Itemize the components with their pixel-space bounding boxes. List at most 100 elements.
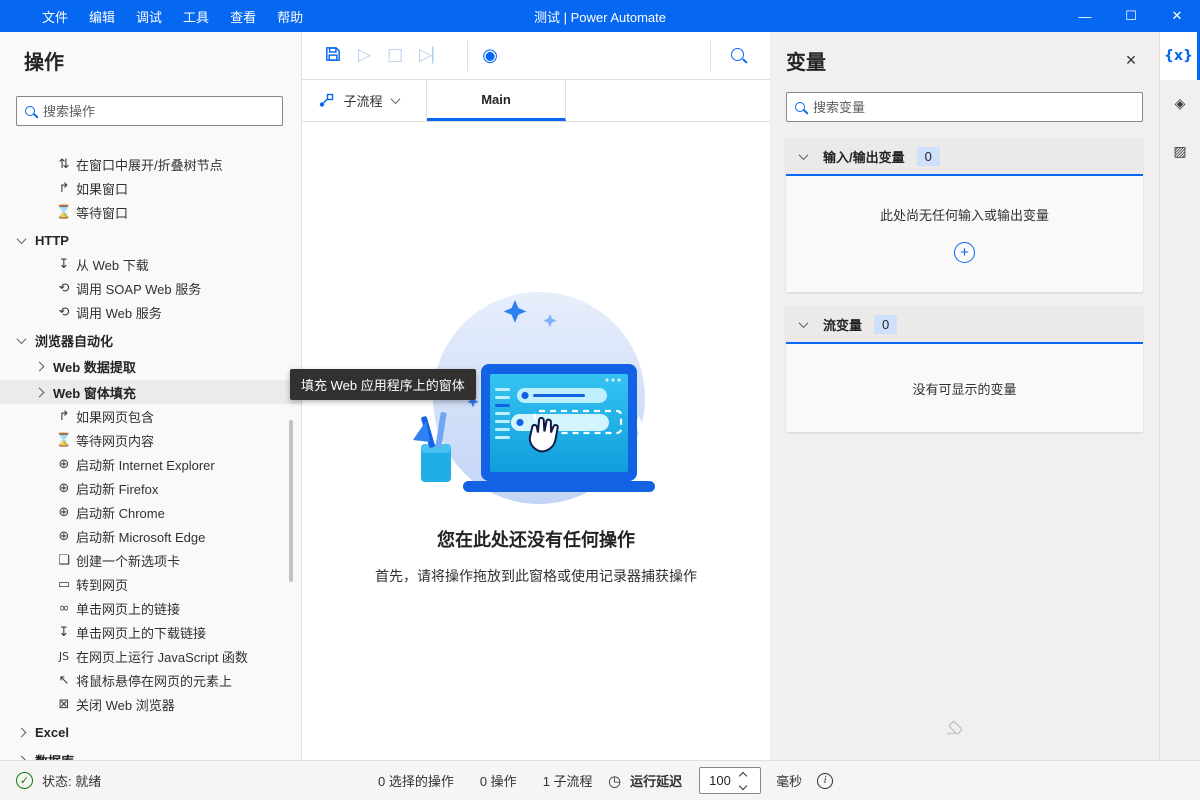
- eraser-icon: [942, 717, 962, 740]
- tree-item-launch-new-chrome[interactable]: ⊕启动新 Chrome: [0, 500, 301, 524]
- run-next-action-icon[interactable]: ▷⎸: [419, 47, 449, 64]
- invoke-soap-web-service-icon: ⟲: [54, 281, 74, 296]
- tree-item-launch-new-firefox[interactable]: ⊕启动新 Firefox: [0, 476, 301, 500]
- maximize-button[interactable]: ☐: [1108, 0, 1154, 32]
- tree-item-group-excel[interactable]: Excel: [0, 720, 301, 744]
- flow-variables-label: 流变量: [823, 315, 862, 334]
- spin-up-icon[interactable]: [739, 771, 747, 779]
- download-from-web-icon: ↧: [54, 257, 74, 272]
- launch-new-microsoft-edge-icon: ⊕: [54, 529, 74, 544]
- variables-search-input[interactable]: [813, 100, 1134, 115]
- ui-elements-tab-icon[interactable]: ◈: [1160, 80, 1200, 128]
- tree-item-hover-mouse-over-element[interactable]: ↖将鼠标悬停在网页的元素上: [0, 668, 301, 692]
- io-variables-header[interactable]: 输入/输出变量 0: [786, 138, 1143, 176]
- if-window-icon: ↱: [54, 181, 74, 196]
- tree-item-click-download-link-on-webpage[interactable]: ↧单击网页上的下载链接: [0, 620, 301, 644]
- close-web-browser-icon: ⊠: [54, 697, 74, 712]
- tree-item-group-http[interactable]: HTTP: [0, 228, 301, 252]
- tree-item-label: 创建一个新选项卡: [76, 551, 180, 570]
- variables-panel-title: 变量: [786, 46, 826, 75]
- tree-item-group-web-data-extraction[interactable]: Web 数据提取: [0, 354, 301, 378]
- tree-item-label: 单击网页上的链接: [76, 599, 180, 618]
- tree-item-if-webpage-contains[interactable]: ↱如果网页包含: [0, 404, 301, 428]
- tree-item-group-browser-automation[interactable]: 浏览器自动化: [0, 328, 301, 352]
- expand-collapse-tree-node-icon: ⇅: [54, 157, 74, 172]
- tree-item-wait-for-window[interactable]: ⌛等待窗口: [0, 200, 301, 224]
- tree-item-invoke-web-service[interactable]: ⟲调用 Web 服务: [0, 300, 301, 324]
- run-delay-input[interactable]: [700, 773, 738, 788]
- tree-item-expand-collapse-tree-node[interactable]: ⇅在窗口中展开/折叠树节点: [0, 152, 301, 176]
- tree-item-launch-new-internet-explorer[interactable]: ⊕启动新 Internet Explorer: [0, 452, 301, 476]
- wait-for-webpage-content-icon: ⌛: [54, 433, 74, 448]
- launch-new-chrome-icon: ⊕: [54, 505, 74, 520]
- tab-main[interactable]: Main: [427, 80, 566, 121]
- selected-actions-count: 0 选择的操作: [378, 771, 454, 790]
- if-webpage-contains-icon: ↱: [54, 409, 74, 424]
- tree-item-label: 等待网页内容: [76, 431, 154, 450]
- tree-item-close-web-browser[interactable]: ⊠关闭 Web 浏览器: [0, 692, 301, 716]
- actions-scrollbar[interactable]: [289, 420, 293, 582]
- menu-item-2[interactable]: 调试: [134, 5, 164, 28]
- save-icon[interactable]: [324, 45, 342, 67]
- actions-search[interactable]: [16, 96, 283, 126]
- tree-item-wait-for-webpage-content[interactable]: ⌛等待网页内容: [0, 428, 301, 452]
- flow-canvas[interactable]: 您在此处还没有任何操作 首先，请将操作拖放到此窗格或使用记录器捕获操作: [302, 122, 770, 760]
- variables-panel: 变量 × 输入/输出变量 0 此处尚无任何输入或输出变量 + 流变量 0: [770, 32, 1160, 760]
- statusbar: ✓ 状态: 就绪 0 选择的操作 0 操作 1 子流程 ◷ 运行延迟 毫秒 i: [0, 760, 1200, 800]
- close-icon[interactable]: ×: [1119, 49, 1143, 73]
- clock-icon: ◷: [608, 772, 621, 790]
- tree-item-label: HTTP: [35, 233, 69, 248]
- chevron-right-icon: [17, 727, 27, 737]
- chevron-down-icon: [799, 318, 809, 328]
- right-rail: {x}◈▨: [1160, 32, 1200, 760]
- chevron-down-icon: [390, 94, 400, 104]
- tree-item-run-javascript-on-webpage[interactable]: JS在网页上运行 JavaScript 函数: [0, 644, 301, 668]
- flow-variables-header[interactable]: 流变量 0: [786, 306, 1143, 344]
- tree-item-label: Web 数据提取: [53, 357, 136, 376]
- tree-item-download-from-web[interactable]: ↧从 Web 下载: [0, 252, 301, 276]
- images-tab-icon[interactable]: ▨: [1160, 128, 1200, 176]
- search-icon: [25, 106, 35, 116]
- subflows-dropdown[interactable]: 子流程: [302, 80, 427, 121]
- search-flow-icon[interactable]: [731, 48, 744, 64]
- titlebar: 文件编辑调试工具查看帮助 测试 | Power Automate — ☐ ✕: [0, 0, 1200, 32]
- menu-item-0[interactable]: 文件: [40, 5, 70, 28]
- tree-item-create-new-tab[interactable]: ❏创建一个新选项卡: [0, 548, 301, 572]
- io-variables-empty-text: 此处尚无任何输入或输出变量: [880, 205, 1049, 224]
- chevron-right-icon: [35, 387, 45, 397]
- tree-item-go-to-webpage[interactable]: ▭转到网页: [0, 572, 301, 596]
- empty-state: 您在此处还没有任何操作 首先，请将操作拖放到此窗格或使用记录器捕获操作: [302, 288, 770, 586]
- run-delay-spinner[interactable]: [699, 767, 761, 794]
- chevron-down-icon: [799, 150, 809, 160]
- actions-search-input[interactable]: [43, 104, 274, 119]
- close-button[interactable]: ✕: [1154, 0, 1200, 32]
- minimize-button[interactable]: —: [1062, 0, 1108, 32]
- add-variable-button[interactable]: +: [954, 242, 975, 263]
- actions-tree: ⇅在窗口中展开/折叠树节点↱如果窗口⌛等待窗口HTTP↧从 Web 下载⟲调用 …: [0, 152, 301, 772]
- menubar: 文件编辑调试工具查看帮助: [40, 5, 305, 28]
- menu-item-3[interactable]: 工具: [181, 5, 211, 28]
- record-icon[interactable]: ◉: [482, 47, 498, 65]
- chevron-down-icon: [17, 334, 27, 344]
- tree-item-group-web-form-filling[interactable]: Web 窗体填充: [0, 380, 301, 404]
- tree-item-if-window[interactable]: ↱如果窗口: [0, 176, 301, 200]
- menu-item-5[interactable]: 帮助: [275, 5, 305, 28]
- stop-icon[interactable]: □: [387, 47, 403, 64]
- menu-item-4[interactable]: 查看: [228, 5, 258, 28]
- info-icon: i: [817, 773, 833, 789]
- io-variables-label: 输入/输出变量: [823, 147, 905, 166]
- subflows-count: 1 子流程: [543, 771, 593, 790]
- spin-down-icon[interactable]: [739, 781, 747, 789]
- menu-item-1[interactable]: 编辑: [87, 5, 117, 28]
- tree-item-launch-new-microsoft-edge[interactable]: ⊕启动新 Microsoft Edge: [0, 524, 301, 548]
- chevron-down-icon: [17, 234, 27, 244]
- empty-state-illustration: [411, 288, 661, 518]
- run-icon[interactable]: ▷: [358, 47, 371, 64]
- variables-tab-icon[interactable]: {x}: [1160, 32, 1200, 80]
- tree-item-label: 关闭 Web 浏览器: [76, 695, 175, 714]
- variables-search[interactable]: [786, 92, 1143, 122]
- tree-item-click-link-on-webpage[interactable]: ∞单击网页上的链接: [0, 596, 301, 620]
- io-variables-count-badge: 0: [917, 147, 940, 166]
- tree-item-invoke-soap-web-service[interactable]: ⟲调用 SOAP Web 服务: [0, 276, 301, 300]
- tree-item-label: Web 窗体填充: [53, 383, 136, 402]
